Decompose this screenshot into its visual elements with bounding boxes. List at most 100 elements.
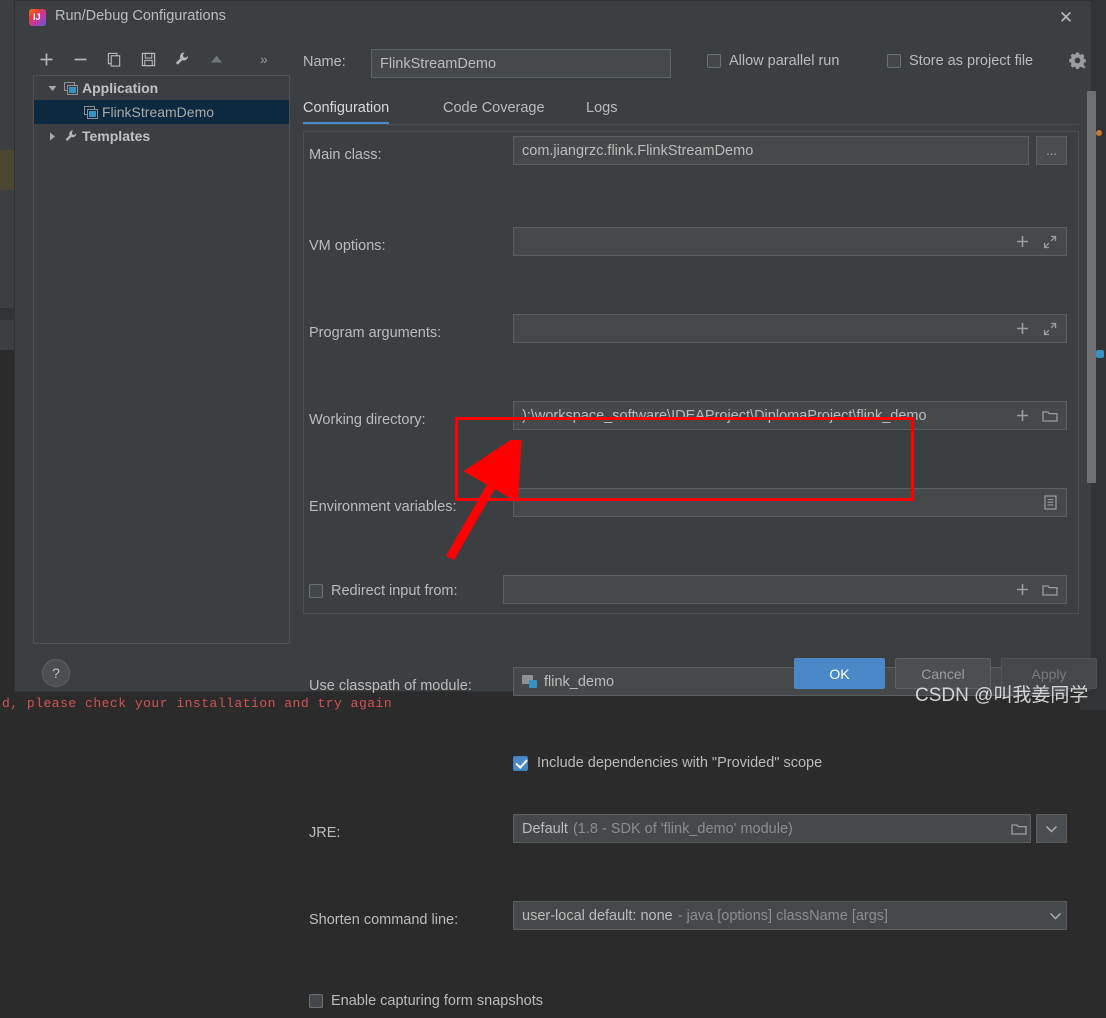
redirect-input-row: Redirect input from:	[303, 575, 1087, 618]
checkbox-box	[707, 54, 721, 68]
configurations-tree: Application FlinkStreamDemo Templates	[33, 75, 290, 644]
checkbox-box-checked	[513, 755, 528, 771]
checkbox-box	[887, 54, 901, 68]
tab-underline	[303, 124, 1079, 125]
bg-marker-blue	[1096, 350, 1104, 358]
shorten-command-line-label: Shorten command line:	[309, 912, 459, 928]
working-directory-value: ):\workspace_software\IDEAProject\Diplom…	[522, 407, 927, 424]
tab-bar: Configuration Code Coverage Logs	[303, 93, 1079, 125]
insert-macro-icon[interactable]	[1008, 227, 1036, 256]
name-label: Name:	[303, 54, 346, 70]
use-classpath-value: flink_demo	[544, 673, 615, 690]
expand-icon[interactable]	[1036, 227, 1064, 256]
help-button[interactable]: ?	[42, 659, 70, 687]
allow-parallel-run-checkbox[interactable]: Allow parallel run	[707, 53, 839, 69]
store-as-project-file-checkbox[interactable]: Store as project file	[887, 53, 1033, 69]
include-provided-row: Include dependencies with "Provided" sco…	[303, 750, 1087, 780]
insert-macro-icon[interactable]	[1008, 401, 1036, 430]
environment-variables-label: Environment variables:	[309, 499, 457, 515]
enable-form-snapshots-checkbox[interactable]: Enable capturing form snapshots	[309, 993, 543, 1009]
working-directory-input[interactable]: ):\workspace_software\IDEAProject\Diplom…	[513, 401, 1067, 430]
jre-row: JRE: Default (1.8 - SDK of 'flink_demo' …	[303, 814, 1087, 857]
main-class-value: com.jiangrzc.flink.FlinkStreamDemo	[522, 142, 754, 159]
tree-item-label: FlinkStreamDemo	[102, 104, 215, 120]
folder-icon[interactable]	[1036, 575, 1064, 604]
environment-variables-row: Environment variables:	[303, 488, 1087, 531]
configurations-toolbar: »	[33, 43, 291, 75]
copy-icon[interactable]	[101, 46, 127, 72]
run-config-icon	[80, 105, 102, 119]
main-class-input[interactable]: com.jiangrzc.flink.FlinkStreamDemo	[513, 136, 1029, 165]
redirect-input-field[interactable]	[503, 575, 1067, 604]
chevron-down-icon[interactable]	[1043, 901, 1067, 930]
shorten-command-line-hint: - java [options] className [args]	[677, 907, 889, 924]
name-input[interactable]	[371, 49, 671, 78]
working-directory-row: Working directory: ):\workspace_software…	[303, 401, 1087, 444]
environment-variables-input[interactable]	[513, 488, 1067, 517]
vm-options-input[interactable]	[513, 227, 1067, 256]
edit-list-icon[interactable]	[1036, 488, 1064, 517]
remove-icon[interactable]	[67, 46, 93, 72]
enable-form-snapshots-row: Enable capturing form snapshots	[303, 988, 1087, 1018]
tree-item-application[interactable]: Application	[34, 76, 289, 100]
allow-parallel-run-label: Allow parallel run	[729, 53, 840, 69]
jre-dropdown[interactable]: Default (1.8 - SDK of 'flink_demo' modul…	[513, 814, 1031, 843]
tree-item-templates[interactable]: Templates	[34, 124, 289, 148]
shorten-command-line-value: user-local default: none	[522, 907, 673, 924]
program-arguments-input[interactable]	[513, 314, 1067, 343]
checkbox-box	[309, 994, 323, 1008]
insert-macro-icon[interactable]	[1008, 314, 1036, 343]
main-class-browse-button[interactable]: ...	[1036, 136, 1067, 165]
main-class-label: Main class:	[309, 147, 382, 163]
save-icon[interactable]	[135, 46, 161, 72]
wrench-icon	[60, 129, 82, 143]
wrench-icon[interactable]	[169, 46, 195, 72]
intellij-idea-icon: IJ	[29, 9, 46, 26]
module-icon	[522, 675, 537, 688]
chevron-right-icon[interactable]	[44, 132, 60, 141]
store-as-project-file-label: Store as project file	[909, 53, 1034, 69]
jre-value: Default	[522, 820, 568, 837]
folder-icon[interactable]	[1005, 814, 1033, 843]
vm-options-label: VM options:	[309, 238, 386, 254]
close-icon[interactable]: ✕	[1055, 7, 1077, 29]
tree-item-label: Application	[82, 80, 159, 96]
run-debug-configurations-dialog: IJ Run/Debug Configurations ✕ » Applicat…	[14, 0, 1097, 1009]
csdn-watermark: CSDN @叫我姜同学	[915, 685, 1089, 706]
settings-scrollbar-thumb[interactable]	[1087, 91, 1096, 483]
configuration-form: Main class: com.jiangrzc.flink.FlinkStre…	[303, 131, 1087, 1009]
insert-macro-icon[interactable]	[1008, 575, 1036, 604]
jre-dropdown-button[interactable]	[1036, 814, 1067, 843]
tab-configuration[interactable]: Configuration	[303, 93, 390, 124]
dialog-titlebar: IJ Run/Debug Configurations ✕	[15, 1, 1091, 35]
toolbar-overflow-icon[interactable]: »	[260, 51, 268, 67]
tree-item-label: Templates	[82, 128, 151, 144]
tab-logs[interactable]: Logs	[586, 93, 617, 124]
shorten-command-line-row: Shorten command line: user-local default…	[303, 901, 1087, 944]
gear-icon[interactable]	[1068, 51, 1088, 71]
jre-value-hint: (1.8 - SDK of 'flink_demo' module)	[572, 820, 793, 837]
program-arguments-label: Program arguments:	[309, 325, 442, 341]
shorten-command-line-dropdown[interactable]: user-local default: none - java [options…	[513, 901, 1067, 930]
enable-form-snapshots-label: Enable capturing form snapshots	[331, 993, 543, 1009]
expand-icon[interactable]	[1036, 314, 1064, 343]
program-arguments-row: Program arguments:	[303, 314, 1087, 357]
move-up-icon[interactable]	[203, 46, 229, 72]
chevron-down-icon[interactable]	[44, 84, 60, 93]
application-icon	[60, 81, 82, 95]
checkbox-box	[309, 584, 323, 598]
working-directory-label: Working directory:	[309, 412, 426, 428]
ok-button[interactable]: OK	[794, 658, 885, 689]
jre-label: JRE:	[309, 825, 341, 841]
use-classpath-label: Use classpath of module:	[309, 678, 472, 694]
include-provided-label: Include dependencies with "Provided" sco…	[537, 755, 823, 771]
main-class-row: Main class: com.jiangrzc.flink.FlinkStre…	[303, 136, 1087, 179]
add-icon[interactable]	[33, 46, 59, 72]
include-provided-checkbox[interactable]: Include dependencies with "Provided" sco…	[513, 755, 822, 771]
folder-icon[interactable]	[1036, 401, 1064, 430]
vm-options-row: VM options:	[303, 227, 1087, 270]
tree-item-flinkstreamdemo[interactable]: FlinkStreamDemo	[34, 100, 289, 124]
redirect-input-checkbox[interactable]: Redirect input from:	[309, 583, 458, 599]
tab-code-coverage[interactable]: Code Coverage	[443, 93, 545, 124]
dialog-title: Run/Debug Configurations	[55, 8, 226, 24]
